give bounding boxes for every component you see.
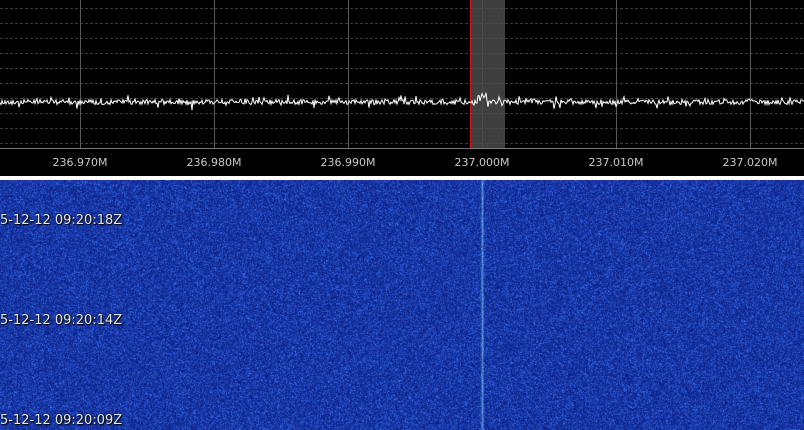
waterfall-panel[interactable]: 5-12-12 09:20:18Z 5-12-12 09:20:14Z 5-12… [0, 180, 804, 430]
spectrum-plot [0, 0, 804, 148]
freq-label-237020: 237.020M [722, 156, 778, 169]
freq-label-236980: 236.980M [186, 156, 242, 169]
vertical-grid [80, 0, 751, 148]
freq-label-237000: 237.000M [454, 156, 510, 169]
waterfall-timestamp: 5-12-12 09:20:18Z [0, 213, 123, 228]
freq-label-236970: 236.970M [52, 156, 108, 169]
spectrum-panel[interactable] [0, 0, 804, 148]
freq-label-237010: 237.010M [588, 156, 644, 169]
horizontal-grid [0, 8, 804, 144]
waterfall-timestamp: 5-12-12 09:20:14Z [0, 313, 123, 328]
spectrum-trace [0, 92, 804, 111]
passband-highlight[interactable] [471, 0, 505, 148]
frequency-axis: 236.970M 236.980M 236.990M 237.000M 237.… [0, 148, 804, 176]
waterfall-timestamp: 5-12-12 09:20:09Z [0, 413, 123, 428]
sdr-display: 236.970M 236.980M 236.990M 237.000M 237.… [0, 0, 804, 430]
freq-label-236990: 236.990M [320, 156, 376, 169]
